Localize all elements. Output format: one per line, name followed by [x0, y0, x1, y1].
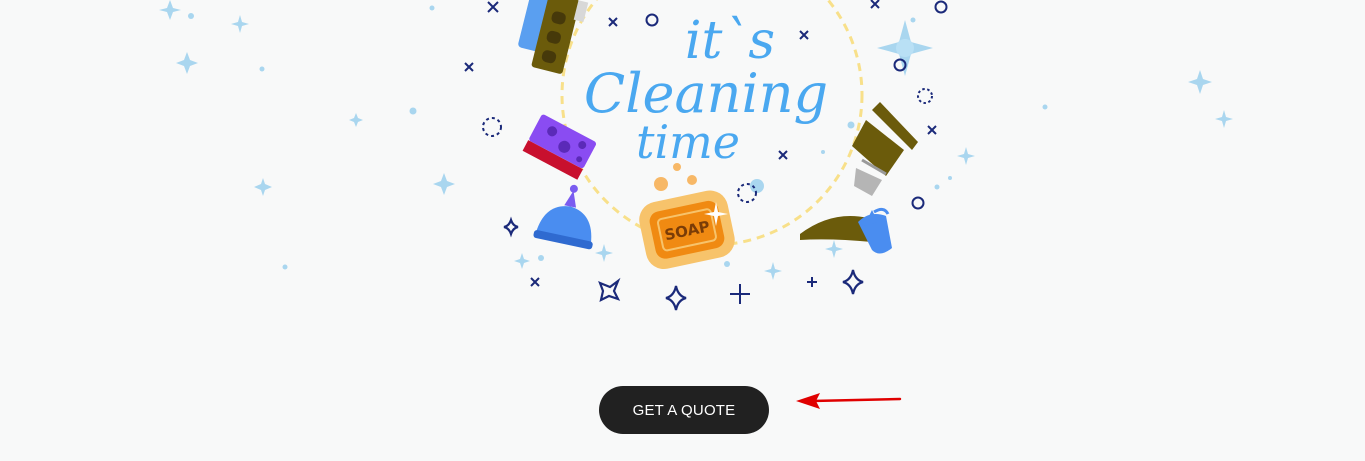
- sparkle-icon: [514, 253, 530, 269]
- spray-bottle-icon: [800, 207, 892, 254]
- sparkle-icon: [764, 262, 782, 280]
- sparkle-icon: [231, 15, 249, 33]
- soap-icon: SOAP: [639, 163, 735, 270]
- arrow-icon: [796, 393, 902, 409]
- cleaning-illustration: it`s Cleaning time SOAP: [159, 0, 1233, 311]
- background-dots: [188, 5, 1048, 270]
- sparkle-icon: [159, 0, 181, 20]
- scrub-brush-icon: [518, 0, 589, 74]
- page: it`s Cleaning time SOAP GET A QUOTE: [0, 0, 1365, 461]
- sparkle-icon: [842, 269, 864, 295]
- sparkle-icon: [665, 285, 687, 311]
- sparkle-icon: [595, 244, 613, 262]
- sparkle-icon: [825, 240, 843, 258]
- sparkle-icon: [957, 147, 975, 165]
- get-a-quote-button[interactable]: GET A QUOTE: [599, 386, 769, 434]
- headline: it`s Cleaning time: [584, 11, 828, 169]
- sparkle-icon: [1188, 70, 1212, 94]
- sparkle-icon: [254, 178, 272, 196]
- sparkle-icon: [349, 113, 363, 127]
- plunger-icon: [533, 184, 593, 250]
- headline-line3: time: [636, 115, 740, 169]
- sparkle-icon: [1215, 110, 1233, 128]
- sparkle-icon: [598, 277, 621, 303]
- sparkle-icon: [176, 52, 198, 74]
- sparkle-icon: [433, 173, 455, 195]
- sparkle-icon: [503, 216, 519, 238]
